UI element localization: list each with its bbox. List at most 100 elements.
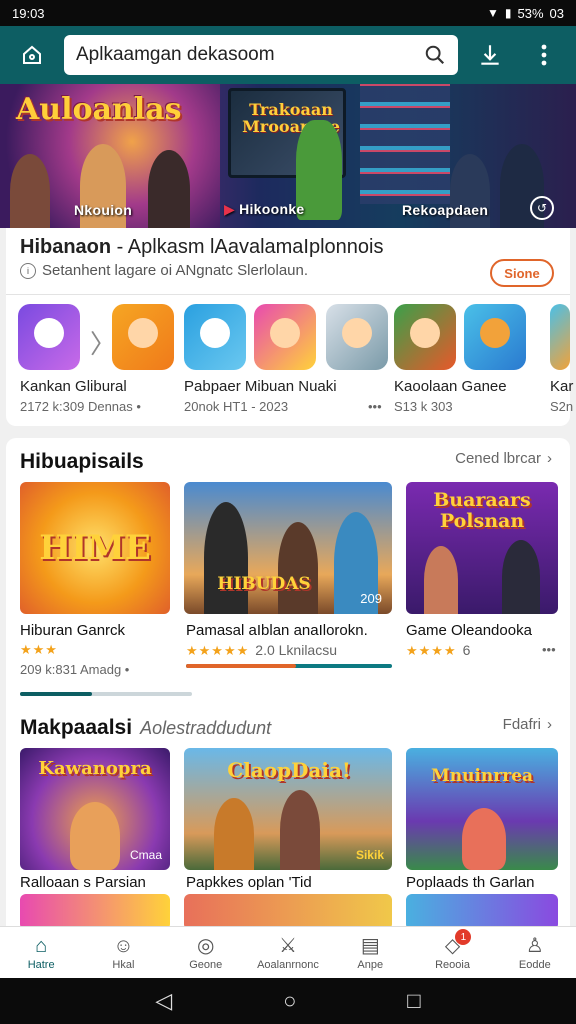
game-stars-glyphs: ★★★★ bbox=[406, 643, 457, 658]
game-rating: 2.0 Lknilacsu bbox=[255, 642, 337, 658]
tile-character bbox=[280, 790, 320, 870]
popular-tile-6[interactable] bbox=[406, 894, 558, 926]
search-icon[interactable] bbox=[424, 44, 446, 66]
popular-tile-4[interactable] bbox=[20, 894, 170, 926]
status-extra: 03 bbox=[549, 5, 564, 21]
bottom-navigation: ⌂ Hatre ☺ Hkal ◎ Geone ⚔ Aoalanrnonc ▤ A… bbox=[0, 926, 576, 978]
nav-label: Eodde bbox=[518, 958, 551, 971]
tile-person bbox=[204, 502, 248, 614]
sections-card: Hibuapisails Cened lbrcar › HIME HIBUDAS … bbox=[6, 438, 570, 926]
game-progress-fill bbox=[186, 664, 296, 668]
app-name: Kar bbox=[550, 378, 574, 395]
app-bar: Aplkaamgan dekasoom bbox=[0, 26, 576, 84]
popular-name: Papkkes oplan 'Tid bbox=[186, 874, 312, 891]
download-button[interactable] bbox=[468, 33, 512, 77]
app-icon-8[interactable] bbox=[550, 304, 570, 370]
app-icon-3[interactable] bbox=[184, 304, 246, 370]
home-circle-icon[interactable]: ○ bbox=[283, 988, 296, 1014]
app-name: Pabpaer Mibuan Nuaki bbox=[184, 378, 337, 395]
tile-character bbox=[70, 802, 120, 870]
nav-item-3[interactable]: ◎ Geone bbox=[165, 927, 247, 978]
featured-title-rest: - Aplkasm lAavalamaIplonnois bbox=[111, 236, 384, 258]
popular-tile-1[interactable]: Kawanopra Cmaa bbox=[20, 748, 170, 870]
more-vertical-icon bbox=[541, 44, 547, 66]
play-badge-icon: ▶ bbox=[224, 201, 236, 217]
app-name: Kankan Glibural bbox=[20, 378, 127, 395]
nav-item-home[interactable]: ⌂ Hatre bbox=[0, 927, 82, 978]
app-icon-5[interactable] bbox=[326, 304, 388, 370]
nav-item-2[interactable]: ☺ Hkal bbox=[82, 927, 164, 978]
status-time: 19:03 bbox=[12, 5, 45, 21]
battery-icon: ▮ bbox=[504, 6, 512, 20]
divider bbox=[6, 294, 570, 295]
game-tile-2[interactable]: HIBUDAS 209 bbox=[184, 482, 392, 614]
featured-card: Hibanaon - Aplkasm lAavalamaIplonnois i … bbox=[6, 228, 574, 426]
section-popular-title: Makpaaalsi Aolestraddudunt bbox=[20, 716, 271, 740]
game-name: Pamasal aIblan anaIlorokn. bbox=[186, 622, 368, 639]
nav-label: Hkal bbox=[112, 958, 135, 971]
featured-action-button[interactable]: Sione bbox=[490, 259, 554, 287]
app-face bbox=[410, 318, 440, 348]
section-games-link-text: Cened lbrcar bbox=[455, 450, 541, 467]
popular-tile-2[interactable]: ClaopDaia! Sikik bbox=[184, 748, 392, 870]
nav-label: Geone bbox=[189, 958, 223, 971]
nav-item-5[interactable]: ▤ Anpe bbox=[329, 927, 411, 978]
smiley-icon: ☺ bbox=[113, 934, 134, 957]
game-stars: ★★★★ 6 bbox=[406, 642, 470, 659]
app-name: Kaoolaan Ganee bbox=[394, 378, 507, 395]
app-face bbox=[480, 318, 510, 348]
game-stars: ★★★ bbox=[20, 642, 58, 657]
app-face bbox=[200, 318, 230, 348]
game-tile-1[interactable]: HIME bbox=[20, 482, 170, 614]
app-icon-6[interactable] bbox=[394, 304, 456, 370]
game-name: Hiburan Ganrck bbox=[20, 622, 126, 639]
tile-person bbox=[502, 540, 540, 614]
chevron-right-icon: › bbox=[547, 716, 552, 733]
section-popular-link-text: Fdafri bbox=[502, 716, 541, 733]
back-icon[interactable]: ◁ bbox=[155, 988, 172, 1014]
nav-label: Hatre bbox=[27, 958, 55, 971]
notification-badge: 1 bbox=[455, 929, 472, 945]
recents-icon[interactable]: □ bbox=[407, 988, 420, 1014]
featured-title-bold: Hibanaon bbox=[20, 236, 112, 258]
popular-tile-2-title: ClaopDaia! bbox=[227, 758, 351, 782]
hero-label-2-text: Hikoonke bbox=[239, 201, 305, 217]
search-input[interactable]: Aplkaamgan dekasoom bbox=[64, 35, 458, 75]
popular-tile-3[interactable]: Mnuinrrea bbox=[406, 748, 558, 870]
popular-tile-5[interactable] bbox=[184, 894, 392, 926]
info-icon: i bbox=[20, 262, 36, 279]
game-more[interactable]: ••• bbox=[542, 642, 556, 657]
game-tile-3[interactable]: Buaraars Polsnan bbox=[406, 482, 558, 614]
game-meta: 209 k:831 Amadg • bbox=[20, 662, 130, 677]
section-popular-link[interactable]: Fdafri › bbox=[503, 716, 552, 733]
more-menu-button[interactable] bbox=[522, 33, 566, 77]
app-icon-2[interactable] bbox=[112, 304, 174, 370]
tile-character bbox=[462, 808, 506, 870]
document-icon: ▤ bbox=[360, 934, 380, 957]
tile-character bbox=[214, 798, 254, 870]
wifi-icon: ▼ bbox=[487, 6, 499, 20]
section-games-link[interactable]: Cened lbrcar › bbox=[455, 450, 552, 467]
featured-subtitle-text: Setanhent lagare oi ANgnatc Slerlolaun. bbox=[42, 262, 309, 279]
game-rating: 6 bbox=[462, 642, 471, 658]
app-meta: ••• bbox=[368, 399, 382, 414]
controller-icon: ◎ bbox=[196, 934, 215, 957]
hero-label-2: ▶ Hikoonke bbox=[224, 201, 305, 218]
app-icon-7[interactable] bbox=[464, 304, 526, 370]
app-icon-1[interactable] bbox=[18, 304, 80, 370]
person-icon: ♙ bbox=[525, 934, 544, 957]
section-popular-title-text: Makpaaalsi bbox=[20, 716, 133, 739]
game-stars: ★★★★★ 2.0 Lknilacsu bbox=[186, 642, 337, 659]
hero-play-icon[interactable]: ↺ bbox=[530, 196, 554, 220]
game-tile-2-title: HIBUDAS bbox=[217, 574, 311, 594]
popular-tile-1-badge: Cmaa bbox=[129, 848, 162, 862]
popular-tile-2-badge: Sikik bbox=[355, 848, 384, 862]
nav-item-4[interactable]: ⚔ Aoalanrnonc bbox=[247, 927, 329, 978]
nav-item-7[interactable]: ♙ Eodde bbox=[494, 927, 576, 978]
app-icon-4[interactable] bbox=[254, 304, 316, 370]
hero-banner[interactable]: Auloanlas Trakoaan Mrooarnce Nkouion ▶ Hi… bbox=[0, 84, 576, 228]
hero-person bbox=[148, 150, 190, 228]
nav-item-6[interactable]: ◇ 1 Reooia bbox=[411, 927, 493, 978]
home-button[interactable] bbox=[10, 33, 54, 77]
game-name: Game Oleandooka bbox=[406, 622, 532, 639]
